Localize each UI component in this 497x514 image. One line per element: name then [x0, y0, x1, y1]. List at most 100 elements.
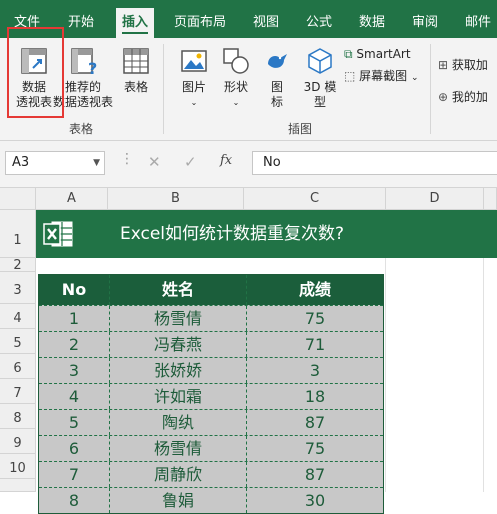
- tab-formulas[interactable]: 公式: [306, 0, 332, 38]
- cell-score[interactable]: 87: [247, 462, 383, 487]
- table-button[interactable]: 表格: [118, 46, 154, 95]
- row-header-2[interactable]: 2: [0, 258, 36, 273]
- svg-text:?: ?: [88, 59, 97, 76]
- table-row: 6 杨雪倩 75: [39, 435, 383, 461]
- cell-no[interactable]: 7: [39, 462, 110, 487]
- insert-function-icon[interactable]: fx: [220, 153, 232, 168]
- cell-name[interactable]: 杨雪倩: [110, 306, 247, 331]
- smartart-icon: ⧉: [344, 47, 353, 61]
- picture-icon: [181, 50, 207, 72]
- 3d-model-button[interactable]: 3D 模 型: [300, 46, 340, 110]
- data-table: No 姓名 成绩 1 杨雪倩 75 2 冯春燕 71 3 张娇娇 3 4 许如霜…: [38, 274, 384, 514]
- header-score[interactable]: 成绩: [247, 275, 383, 305]
- tab-review[interactable]: 审阅: [412, 0, 438, 38]
- row-header-1[interactable]: 1: [0, 210, 36, 258]
- store-icon: ⊞: [438, 58, 449, 72]
- cell-score[interactable]: 87: [247, 410, 383, 435]
- chevron-down-icon: ⌄: [411, 73, 419, 83]
- table-row: 2 冯春燕 71: [39, 331, 383, 357]
- cell-name[interactable]: 许如霜: [110, 384, 247, 409]
- cell-score[interactable]: 75: [247, 306, 383, 331]
- pictures-button[interactable]: 图片 ⌄: [178, 46, 210, 110]
- shapes-button[interactable]: 形状 ⌄: [220, 46, 252, 110]
- excel-logo-icon: [43, 221, 73, 247]
- row-header-6[interactable]: 6: [0, 354, 36, 379]
- cancel-icon[interactable]: ✕: [148, 153, 161, 171]
- header-name[interactable]: 姓名: [110, 275, 247, 305]
- screenshot-label: 屏幕截图: [359, 69, 408, 83]
- table-row: 4 许如霜 18: [39, 383, 383, 409]
- tab-data[interactable]: 数据: [359, 0, 385, 38]
- row-header-3[interactable]: 3: [0, 272, 36, 304]
- cell-name[interactable]: 陶纨: [110, 410, 247, 435]
- table-row: 8 鲁娟 30: [39, 487, 383, 513]
- tab-page-layout[interactable]: 页面布局: [174, 0, 226, 38]
- tab-insert[interactable]: 插入: [116, 8, 155, 38]
- cell-name[interactable]: 周静欣: [110, 462, 247, 487]
- row-header-11[interactable]: [0, 479, 36, 492]
- cell-name[interactable]: 杨雪倩: [110, 436, 247, 461]
- column-header-a[interactable]: A: [36, 188, 108, 210]
- cell-score[interactable]: 71: [247, 332, 383, 357]
- my-addins-button[interactable]: ⊕ 我的加: [438, 88, 488, 106]
- worksheet-grid: A B C D 1 2 3 4 5 6 7 8 9 10 Excel如何统计数据…: [0, 188, 497, 514]
- cell-no[interactable]: 2: [39, 332, 110, 357]
- row-header-7[interactable]: 7: [0, 379, 36, 404]
- ribbon-insert-panel: 数据 透视表 ? 推荐的 数据透视表 表格 表格 图片 ⌄ 形状 ⌄ 图 标 3…: [0, 38, 497, 141]
- formula-controls: ⋮ ✕ ✓ fx: [120, 151, 250, 175]
- tab-mailings[interactable]: 邮件: [465, 0, 491, 38]
- group-tables-label: 表格: [69, 122, 94, 136]
- chevron-down-icon: ⌄: [232, 98, 240, 107]
- highlight-box: [7, 27, 64, 118]
- cell-no[interactable]: 1: [39, 306, 110, 331]
- cell-no[interactable]: 5: [39, 410, 110, 435]
- pictures-label: 图片: [181, 80, 206, 94]
- tab-home[interactable]: 开始: [68, 0, 94, 38]
- icons-bird-icon: [268, 54, 287, 68]
- header-no[interactable]: No: [39, 275, 110, 305]
- row-header-9[interactable]: 9: [0, 429, 36, 454]
- group-illustrations-label: 插图: [288, 122, 313, 136]
- table-icon: [123, 48, 149, 74]
- name-box[interactable]: A3 ▼: [5, 151, 105, 175]
- smartart-button[interactable]: ⧉ SmartArt: [344, 45, 411, 63]
- cell-name[interactable]: 冯春燕: [110, 332, 247, 357]
- row-header-5[interactable]: 5: [0, 329, 36, 354]
- table-row: 7 周静欣 87: [39, 461, 383, 487]
- column-header-c[interactable]: C: [244, 188, 386, 210]
- screenshot-button[interactable]: ⬚ 屏幕截图 ⌄: [344, 67, 419, 85]
- table-row: 3 张娇娇 3: [39, 357, 383, 383]
- table-row: 5 陶纨 87: [39, 409, 383, 435]
- select-all-corner[interactable]: [0, 188, 36, 210]
- cell-no[interactable]: 3: [39, 358, 110, 383]
- chevron-down-icon[interactable]: ▼: [93, 152, 100, 174]
- enter-icon[interactable]: ✓: [184, 153, 197, 171]
- recommended-pivot-icon: ?: [71, 48, 97, 78]
- cell-score[interactable]: 3: [247, 358, 383, 383]
- screenshot-icon: ⬚: [344, 69, 356, 83]
- title-banner: Excel如何统计数据重复次数?: [36, 210, 497, 258]
- cell-no[interactable]: 6: [39, 436, 110, 461]
- formula-input[interactable]: No: [252, 151, 497, 175]
- cell-no[interactable]: 4: [39, 384, 110, 409]
- shapes-label: 形状: [223, 80, 248, 94]
- more-icon: ⋮: [120, 151, 134, 167]
- name-box-value: A3: [12, 155, 30, 170]
- icons-label: 图 标: [270, 80, 283, 109]
- column-header-d[interactable]: D: [386, 188, 484, 210]
- icons-button[interactable]: 图 标: [262, 46, 292, 110]
- formula-bar: A3 ▼ ⋮ ✕ ✓ fx No: [0, 141, 497, 188]
- get-addins-button[interactable]: ⊞ 获取加: [438, 56, 488, 74]
- tab-view[interactable]: 视图: [253, 0, 279, 38]
- column-header-e[interactable]: [484, 188, 497, 210]
- row-header-8[interactable]: 8: [0, 404, 36, 429]
- my-addins-label: 我的加: [451, 90, 488, 104]
- shapes-icon: [223, 48, 249, 74]
- column-header-b[interactable]: B: [108, 188, 244, 210]
- row-header-4[interactable]: 4: [0, 304, 36, 329]
- row-header-10[interactable]: 10: [0, 454, 36, 479]
- cell-score[interactable]: 18: [247, 384, 383, 409]
- chevron-down-icon: ⌄: [190, 98, 198, 107]
- cell-name[interactable]: 张娇娇: [110, 358, 247, 383]
- cell-score[interactable]: 75: [247, 436, 383, 461]
